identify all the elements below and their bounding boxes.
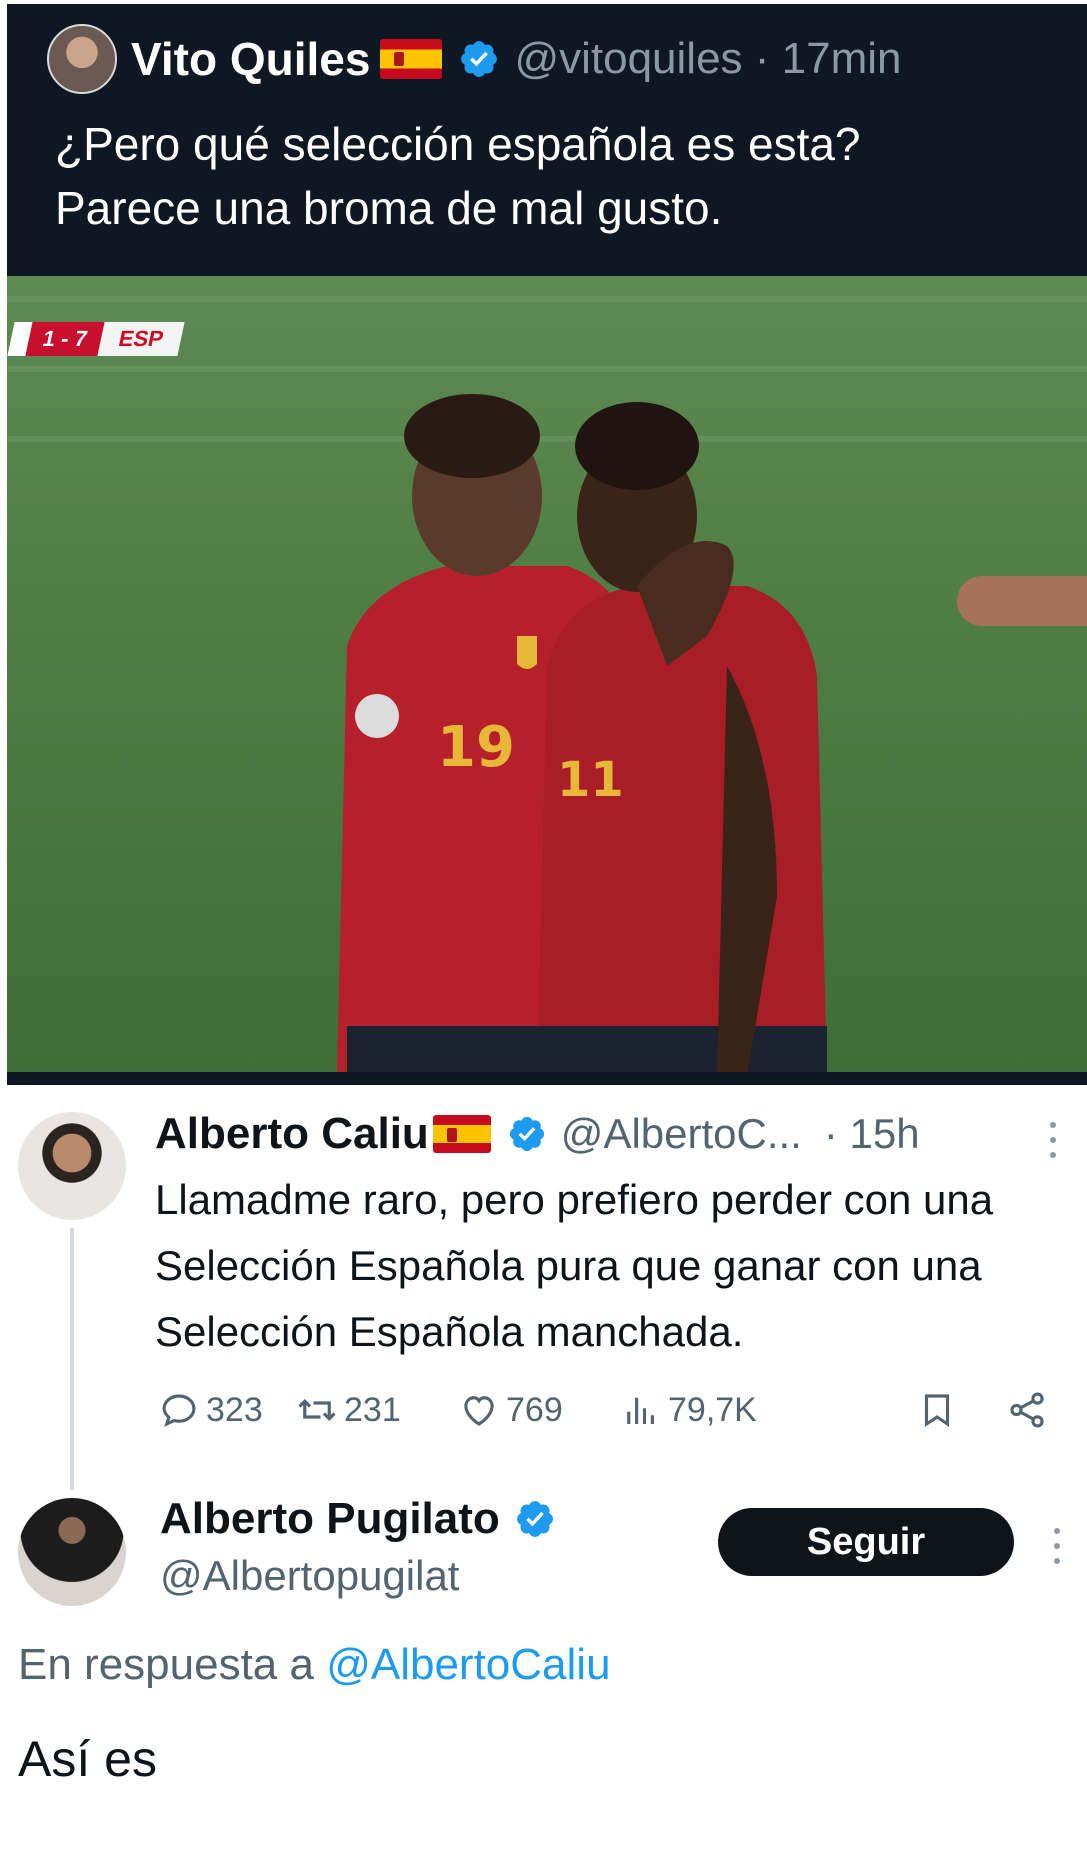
author-handle[interactable]: @Albertopugilat [160,1552,459,1600]
verified-badge-icon [509,1116,544,1152]
tweet-text-line: Parece una broma de mal gusto. [55,182,723,234]
score-overlay: 1 - 7 ESP [7,321,185,357]
tweet-text: ¿Pero qué selección española es esta? Pa… [55,112,1055,240]
repost-icon [298,1399,336,1421]
tweet-header: Alberto Pugilato [160,1488,556,1550]
author-name[interactable]: Alberto Caliu [155,1109,429,1159]
reply-count: 323 [206,1390,263,1429]
share-icon [1010,1392,1044,1428]
more-icon[interactable] [1048,1120,1058,1160]
more-icon[interactable] [1052,1526,1062,1566]
quoted-tweet-inner: Vito Quiles @vitoquiles · 17min ¿Pero qu… [7,4,1087,1085]
reply-button[interactable]: 323 [158,1380,263,1440]
reply-context-link[interactable]: @AlbertoCaliu [326,1640,610,1689]
author-name[interactable]: Alberto Pugilato [160,1494,500,1544]
reply-context-prefix: En respuesta a [18,1640,314,1689]
views-button[interactable]: 79,7K [620,1380,757,1440]
like-icon [464,1396,494,1426]
follow-button[interactable]: Seguir [718,1508,1014,1576]
bookmark-icon [924,1394,950,1427]
views-count: 79,7K [668,1390,757,1429]
like-count: 769 [506,1390,563,1429]
players-illustration: 19 11 [337,394,827,1072]
tweet-header: Alberto Caliu @AlbertoC... · 15h [155,1102,920,1166]
author-handle[interactable]: @vitoquiles · 17min [514,34,901,84]
verified-badge-icon [461,41,498,77]
author-handle[interactable]: @AlbertoC... [561,1110,802,1158]
tweet-text: Así es [18,1731,157,1787]
spain-flag-icon [432,1115,491,1153]
views-icon [627,1397,654,1424]
thread-connector-line [70,1228,74,1490]
share-button[interactable] [1006,1380,1054,1440]
shirt-number: 19 [437,715,515,780]
repost-count: 231 [344,1390,401,1429]
pitch-stripe [7,296,1087,302]
avatar[interactable] [47,24,117,94]
repost-button[interactable]: 231 [296,1380,401,1440]
tweet-actions-bar: 323 231 769 79,7K [158,1380,1058,1440]
reply-icon [162,1394,196,1427]
shirt-number: 11 [557,752,624,808]
background-hand [957,576,1087,626]
quoted-tweet-header: Vito Quiles @vitoquiles · 17min [47,22,902,96]
spain-flag-icon [380,39,443,79]
tweet-text: Llamadme raro, pero prefiero perder con … [155,1176,994,1355]
author-name[interactable]: Vito Quiles [131,32,370,86]
bookmark-button[interactable] [916,1380,964,1440]
tweet-time[interactable]: · 15h [824,1110,920,1158]
like-button[interactable]: 769 [458,1380,563,1440]
avatar[interactable] [18,1112,126,1220]
avatar[interactable] [18,1498,126,1606]
tweet-text-line: ¿Pero qué selección española es esta? [55,118,861,170]
verified-badge-icon [516,1501,553,1537]
score-team: ESP [97,322,185,356]
tweet-media-image[interactable]: 1 - 7 ESP 19 11 [7,276,1087,1072]
score-value: 1 - 7 [25,322,105,356]
quoted-tweet-card[interactable]: Vito Quiles @vitoquiles · 17min ¿Pero qu… [0,0,1087,1085]
reply-context: En respuesta a @AlbertoCaliu [18,1640,611,1690]
